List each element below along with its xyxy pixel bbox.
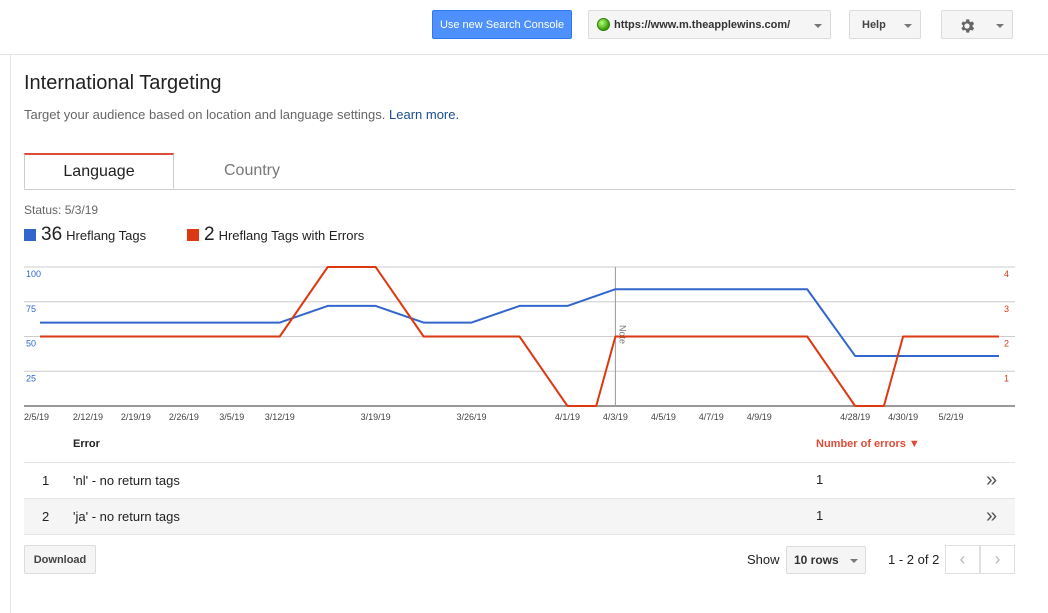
y-right-tick-label: 2 xyxy=(1004,339,1009,349)
x-tick-label: 4/9/19 xyxy=(747,412,772,422)
x-tick-label: 3/5/19 xyxy=(219,412,244,422)
x-tick-label: 2/19/19 xyxy=(121,412,151,422)
settings-button[interactable] xyxy=(941,10,1013,39)
left-divider xyxy=(10,54,11,613)
row-index: 1 xyxy=(42,473,50,488)
y-left-tick-label: 100 xyxy=(26,269,41,279)
chevron-right-icon: › xyxy=(994,549,1001,569)
hreflang-chart: 100 75 50 25 4 3 2 1 2/5/19 2/12/19 2/19/19 2/26/19… xyxy=(24,266,1015,422)
x-tick-label: 4/30/19 xyxy=(888,412,918,422)
annotation-label: Note xyxy=(617,325,627,344)
gear-icon xyxy=(961,19,975,33)
chevron-down-icon xyxy=(996,24,1004,28)
chevron-down-icon xyxy=(904,24,912,28)
site-selector[interactable]: https://www.m.theapplewins.com/ xyxy=(588,10,831,39)
column-error: Error xyxy=(73,438,100,450)
errors-table: Error Number of errors ▼ 1 'nl' - no ret… xyxy=(24,428,1015,535)
download-button[interactable]: Download xyxy=(24,545,96,574)
table-header: Error Number of errors ▼ xyxy=(24,428,1015,463)
x-tick-label: 4/5/19 xyxy=(651,412,676,422)
x-tick-label: 2/5/19 xyxy=(24,412,49,422)
legend-label: Hreflang Tags with Errors xyxy=(218,228,365,243)
previous-page-button[interactable]: ‹ xyxy=(945,545,980,574)
tab-bar: Language Country xyxy=(24,153,1015,190)
site-status-icon xyxy=(597,18,610,31)
page-title: International Targeting xyxy=(24,72,222,94)
legend-label: Hreflang Tags xyxy=(66,228,147,243)
table-row[interactable]: 2 'ja' - no return tags 1 » xyxy=(24,499,1015,535)
status-date: Status: 5/3/19 xyxy=(24,203,99,217)
pagination-info: 1 - 2 of 2 xyxy=(888,552,940,567)
y-right-tick-label: 4 xyxy=(1004,269,1009,279)
chevron-down-icon xyxy=(850,559,858,563)
y-left-tick-label: 25 xyxy=(26,373,36,383)
learn-more-link[interactable]: Learn more. xyxy=(389,107,459,122)
row-index: 2 xyxy=(42,509,50,524)
row-count: 1 xyxy=(816,508,824,523)
x-tick-label: 2/26/19 xyxy=(169,412,199,422)
x-tick-label: 3/26/19 xyxy=(457,412,487,422)
chevron-double-right-icon[interactable]: » xyxy=(986,506,997,526)
x-tick-label: 5/2/19 xyxy=(939,412,964,422)
help-button[interactable]: Help xyxy=(849,10,921,39)
legend-hreflang-errors: 2 Hreflang Tags with Errors xyxy=(187,224,364,246)
x-tick-label: 2/12/19 xyxy=(73,412,103,422)
series-line-hreflang-tags xyxy=(40,288,999,357)
y-right-tick-label: 1 xyxy=(1004,373,1009,383)
help-label: Help xyxy=(862,18,886,31)
legend-count: 2 xyxy=(204,224,215,245)
legend-hreflang-tags: 36 Hreflang Tags xyxy=(24,224,146,246)
site-url: https://www.m.theapplewins.com/ xyxy=(614,18,791,31)
subtitle-text: Target your audience based on location a… xyxy=(24,107,386,122)
legend-count: 36 xyxy=(41,224,63,245)
legend-swatch xyxy=(187,229,199,241)
tab-language[interactable]: Language xyxy=(24,153,174,189)
use-new-search-console-button[interactable]: Use new Search Console xyxy=(432,10,572,39)
next-page-button[interactable]: › xyxy=(980,545,1015,574)
chevron-double-right-icon[interactable]: » xyxy=(986,470,997,490)
table-row[interactable]: 1 'nl' - no return tags 1 » xyxy=(24,463,1015,499)
y-left-tick-label: 75 xyxy=(26,304,36,314)
rows-per-page-select[interactable]: 10 rows xyxy=(786,546,866,574)
column-number-of-errors[interactable]: Number of errors ▼ xyxy=(816,438,920,450)
row-count: 1 xyxy=(816,472,824,487)
x-tick-label: 4/7/19 xyxy=(699,412,724,422)
x-tick-label: 4/28/19 xyxy=(840,412,870,422)
y-right-tick-label: 3 xyxy=(1004,304,1009,314)
y-left-tick-label: 50 xyxy=(26,339,36,349)
chevron-down-icon xyxy=(814,24,822,28)
x-tick-label: 3/19/19 xyxy=(361,412,391,422)
row-error: 'ja' - no return tags xyxy=(73,509,180,524)
rows-value: 10 rows xyxy=(794,553,839,567)
top-bar: Use new Search Console https://www.m.the… xyxy=(0,0,1048,55)
x-tick-label: 4/1/19 xyxy=(555,412,580,422)
page-subtitle: Target your audience based on location a… xyxy=(24,107,459,122)
tab-country[interactable]: Country xyxy=(177,153,327,188)
x-tick-label: 4/3/19 xyxy=(603,412,628,422)
legend-swatch xyxy=(24,229,36,241)
x-tick-label: 3/12/19 xyxy=(265,412,295,422)
row-error: 'nl' - no return tags xyxy=(73,473,180,488)
show-label: Show xyxy=(747,552,780,567)
chevron-left-icon: ‹ xyxy=(959,549,966,569)
